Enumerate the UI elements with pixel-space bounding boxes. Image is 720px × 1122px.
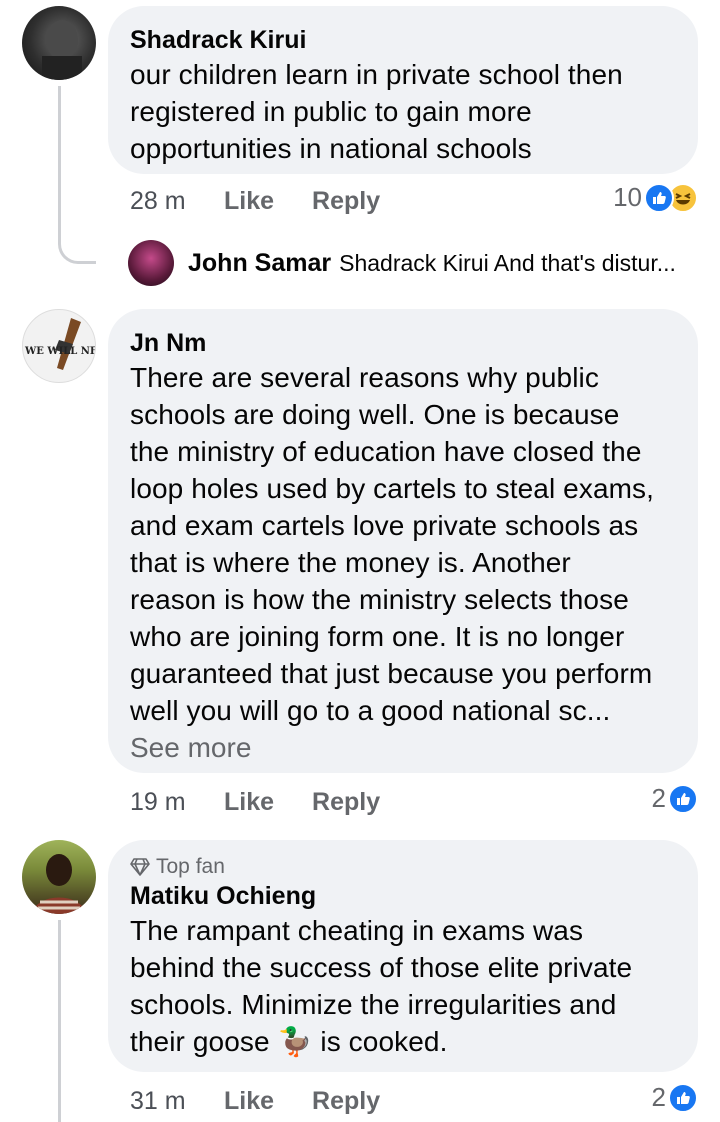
comment-actions: 28 m Like Reply: [130, 183, 418, 219]
reaction-count: 10: [613, 182, 642, 212]
comment-text-line: opportunities in national schools: [130, 133, 532, 164]
see-more-link[interactable]: See more: [130, 729, 676, 766]
avatar-photo: [32, 854, 86, 914]
comment-timestamp[interactable]: 28 m: [130, 187, 224, 216]
comment-bubble: Jn Nm There are several reasons why publ…: [108, 309, 698, 773]
comment-text-line: their goose 🦆 is cooked.: [130, 1023, 676, 1060]
reaction-summary[interactable]: 2: [652, 1082, 698, 1113]
comment-actions: 19 m Like Reply: [130, 784, 418, 820]
like-icon: [644, 182, 674, 213]
top-fan-label: Top fan: [156, 855, 225, 878]
comment-text-line: loop holes used by cartels to steal exam…: [130, 473, 655, 504]
reply-button[interactable]: Reply: [312, 187, 380, 216]
comment-text-line: schools are doing well. One is because: [130, 399, 620, 430]
comment-author[interactable]: Shadrack Kirui: [130, 24, 676, 56]
avatar[interactable]: [22, 840, 96, 914]
comment-text-line: schools. Minimize the irregularities and: [130, 989, 617, 1020]
avatar-photo: [42, 20, 82, 80]
comment-text-line: well you will go to a good national sc..…: [130, 695, 611, 726]
comment-author[interactable]: Matiku Ochieng: [130, 880, 676, 912]
comment-text-segment: their goose: [130, 1026, 278, 1057]
reply-snippet: Shadrack Kirui And that's distur...: [339, 249, 676, 276]
comment-text-line: who are joining form one. It is no longe…: [130, 621, 625, 652]
reply-button[interactable]: Reply: [312, 788, 380, 817]
avatar-text: WE WILL NEVER: [24, 346, 96, 357]
comment-bubble: Top fan Matiku Ochieng The rampant cheat…: [108, 840, 698, 1072]
reply-avatar[interactable]: [128, 240, 174, 286]
comment-timestamp[interactable]: 19 m: [130, 788, 224, 817]
reply-button[interactable]: Reply: [312, 1087, 380, 1116]
comment-text-line: registered in public to gain more: [130, 96, 532, 127]
comment-bubble: Shadrack Kirui our children learn in pri…: [108, 6, 698, 174]
comment-text-segment: is cooked.: [312, 1026, 448, 1057]
comment-timestamp[interactable]: 31 m: [130, 1087, 224, 1116]
comment-text-line: reason is how the ministry selects those: [130, 584, 629, 615]
like-button[interactable]: Like: [224, 788, 274, 817]
like-button[interactable]: Like: [224, 187, 274, 216]
avatar[interactable]: [22, 6, 96, 80]
avatar[interactable]: WE WILL NEVER: [22, 309, 96, 383]
comment-text-line: The rampant cheating in exams was: [130, 915, 584, 946]
reaction-summary[interactable]: 10: [613, 182, 698, 213]
duck-emoji: 🦆: [277, 1026, 313, 1057]
like-icon: [668, 1082, 698, 1113]
top-fan-badge: Top fan: [130, 854, 676, 880]
comment-text-line: the ministry of education have closed th…: [130, 436, 642, 467]
comment-author[interactable]: Jn Nm: [130, 327, 676, 359]
avatar-logo: WE WILL NEVER: [24, 318, 96, 370]
comment-text-line: guaranteed that just because you perform: [130, 658, 653, 689]
comment-text-line: that is where the money is. Another: [130, 547, 571, 578]
reaction-count: 2: [651, 783, 666, 813]
comment-text-line: our children learn in private school the…: [130, 59, 623, 90]
like-button[interactable]: Like: [224, 1087, 274, 1116]
comment-text-line: behind the success of those elite privat…: [130, 952, 633, 983]
reply-preview[interactable]: John Samar Shadrack Kirui And that's dis…: [128, 240, 676, 286]
thread-line: [58, 86, 61, 234]
comment-actions: 31 m Like Reply: [130, 1083, 418, 1119]
diamond-icon: [130, 858, 150, 876]
reply-author[interactable]: John Samar: [188, 249, 331, 278]
reaction-summary[interactable]: 2: [652, 783, 698, 814]
reaction-count: 2: [651, 1082, 666, 1112]
like-icon: [668, 783, 698, 814]
comment-text-line: There are several reasons why public: [130, 362, 599, 393]
comment-text-line: and exam cartels love private schools as: [130, 510, 639, 541]
thread-curve: [58, 234, 96, 264]
thread-line: [58, 920, 61, 1122]
